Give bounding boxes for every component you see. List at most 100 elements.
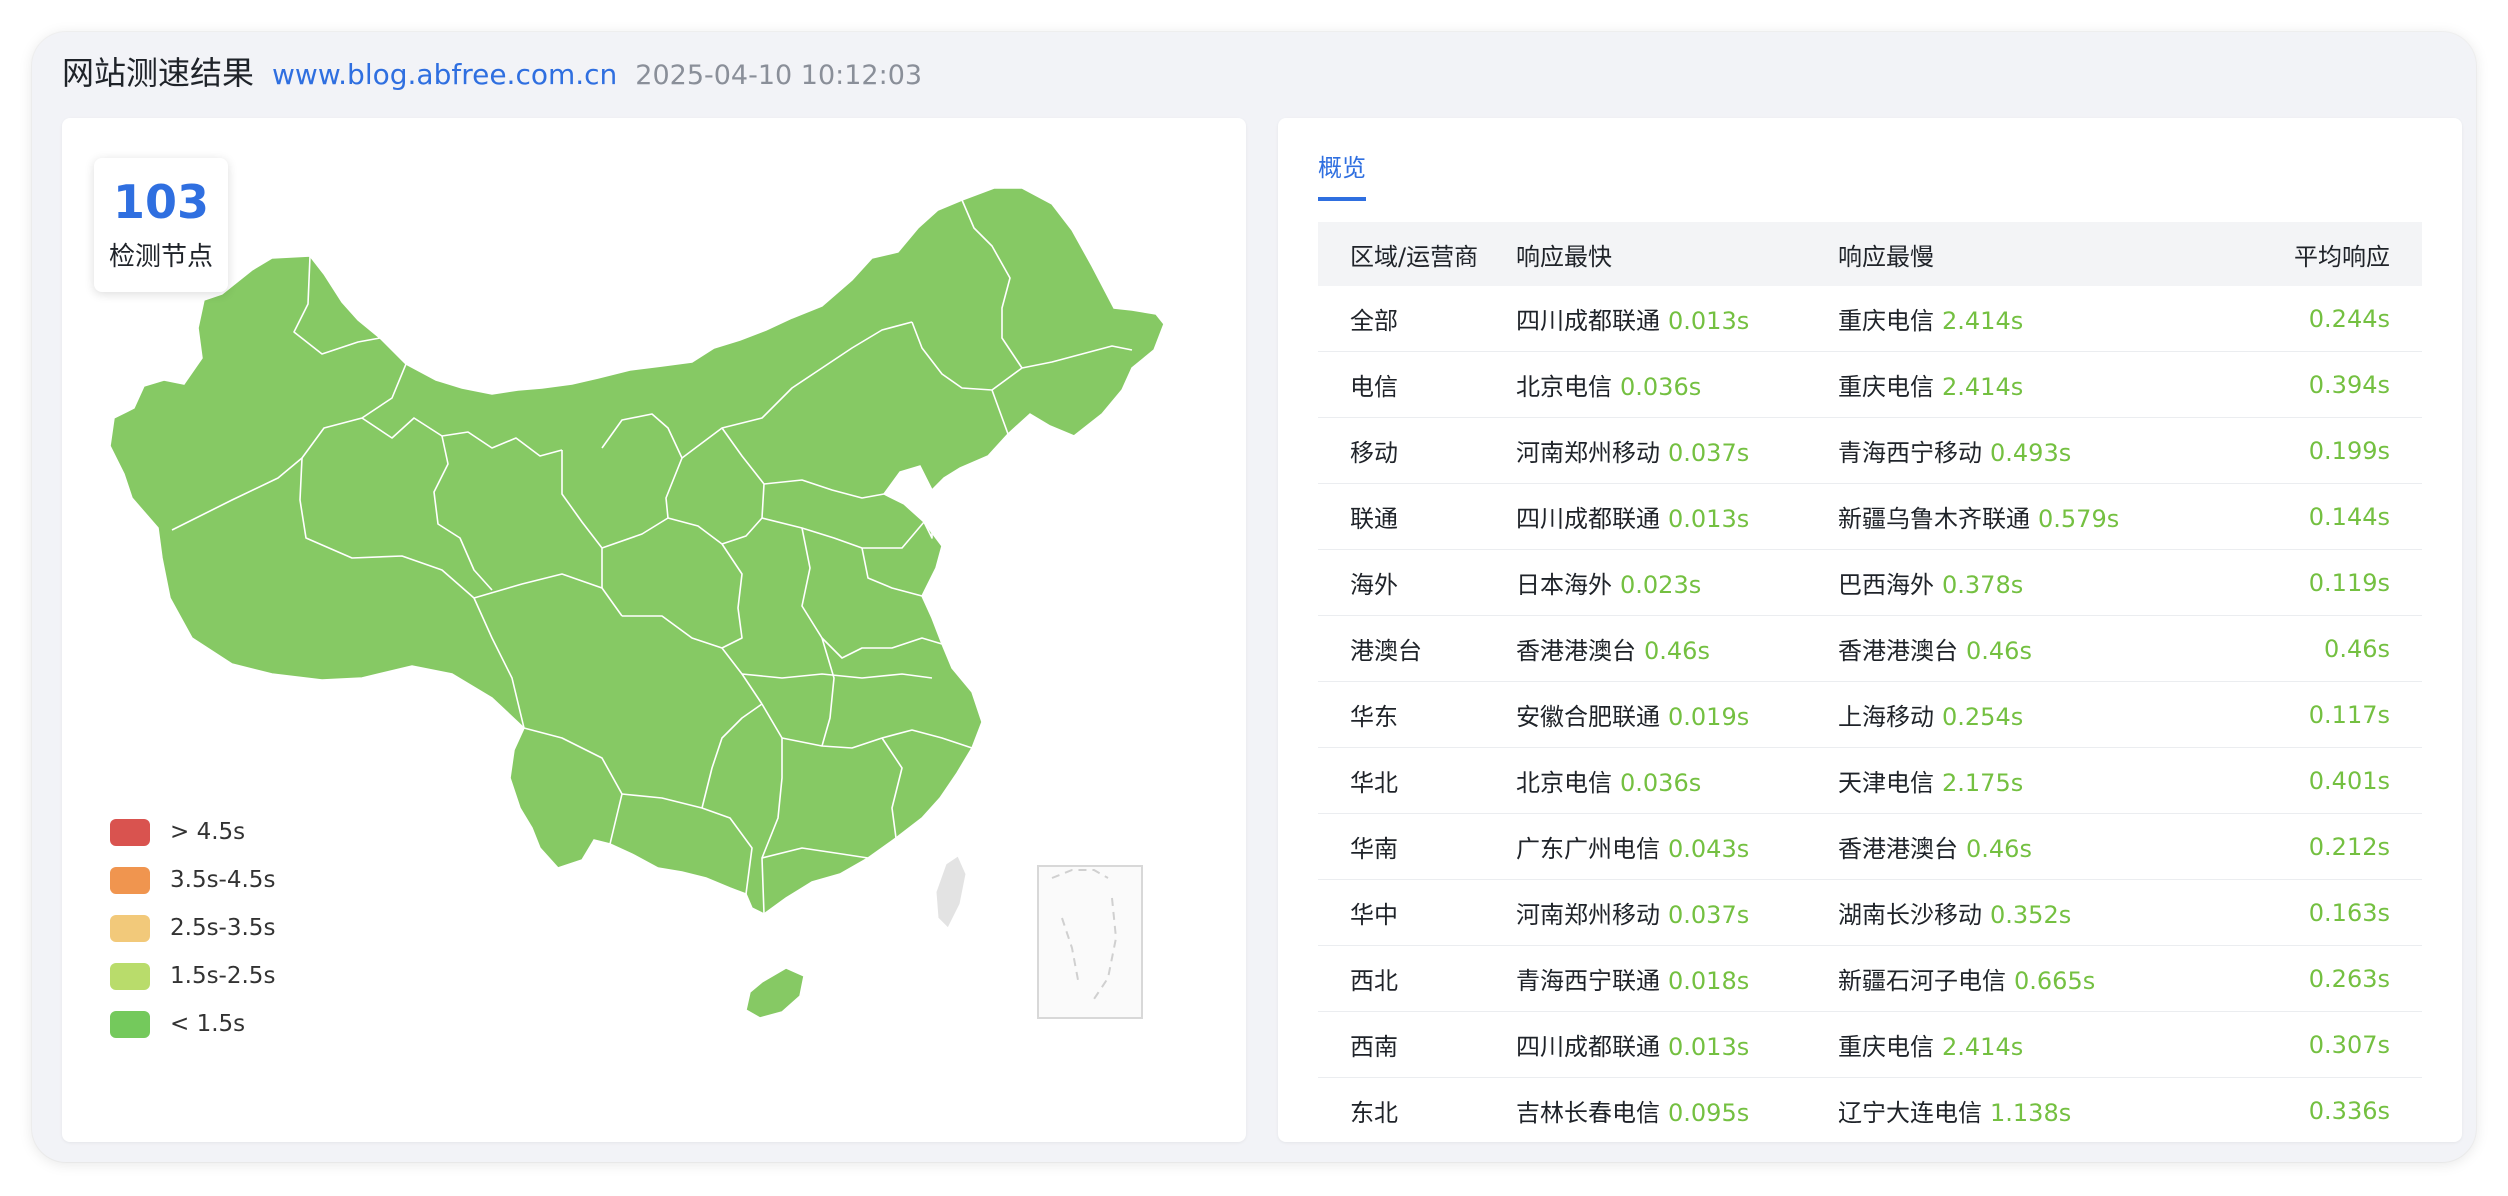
cell-region: 海外 [1350,571,1398,599]
cell-average: 0.394s [2308,370,2390,399]
legend-item[interactable]: < 1.5s [110,1000,275,1048]
overview-table: 区域/运营商 响应最快 响应最慢 平均响应 全部 四川成都联通 0.013s 重庆电信… [1318,222,2422,1142]
slowest-node-name: 巴西海外 [1838,571,1934,599]
slowest-node-name: 青海西宁移动 [1838,439,1982,467]
cell-average: 0.144s [2308,502,2390,531]
cell-slowest: 辽宁大连电信 1.138s [1838,1093,2258,1128]
legend-label: 1.5s-2.5s [170,963,276,989]
cell-region: 西北 [1350,967,1398,995]
slowest-node-name: 香港港澳台 [1838,637,1958,665]
cell-fastest: 广东广州电信 0.043s [1516,829,1838,864]
fastest-node-name: 日本海外 [1516,571,1612,599]
fastest-node-time: 0.043s [1668,835,1750,863]
legend-label: > 4.5s [170,819,246,845]
cell-average: 0.244s [2308,304,2390,333]
cell-region: 华东 [1350,703,1398,731]
slowest-node-name: 重庆电信 [1838,373,1934,401]
site-url-link[interactable]: www.blog.abfree.com.cn [272,58,617,91]
node-count: 103 [112,175,210,230]
fastest-node-time: 0.037s [1668,901,1750,929]
cell-fastest: 日本海外 0.023s [1516,565,1838,600]
cell-average: 0.46s [2324,634,2390,663]
cell-slowest: 巴西海外 0.378s [1838,565,2258,600]
cell-average: 0.117s [2308,700,2390,729]
cell-average: 0.263s [2308,964,2390,993]
cell-region: 东北 [1350,1099,1398,1127]
slowest-node-time: 2.414s [1942,1033,2024,1061]
cell-fastest: 安徽合肥联通 0.019s [1516,697,1838,732]
fastest-node-name: 安徽合肥联通 [1516,703,1660,731]
table-row[interactable]: 海外 日本海外 0.023s 巴西海外 0.378s 0.119s [1318,550,2422,616]
fastest-node-time: 0.013s [1668,307,1750,335]
test-timestamp: 2025-04-10 10:12:03 [635,60,923,91]
fastest-node-name: 北京电信 [1516,769,1612,797]
cell-fastest: 吉林长春电信 0.095s [1516,1093,1838,1128]
cell-fastest: 四川成都联通 0.013s [1516,301,1838,336]
slowest-node-time: 0.46s [1966,637,2032,665]
fastest-node-name: 河南郑州移动 [1516,439,1660,467]
legend-item[interactable]: 3.5s-4.5s [110,856,275,904]
cell-region: 华北 [1350,769,1398,797]
fastest-node-time: 0.013s [1668,1033,1750,1061]
cell-slowest: 天津电信 2.175s [1838,763,2258,798]
table-row[interactable]: 东北 吉林长春电信 0.095s 辽宁大连电信 1.138s 0.336s [1318,1078,2422,1142]
header-slowest[interactable]: 响应最慢 [1838,237,2258,272]
tab-overview[interactable]: 概览 [1318,148,1366,201]
south-sea-inset [1037,865,1143,1019]
fastest-node-time: 0.023s [1620,571,1702,599]
cell-fastest: 河南郑州移动 0.037s [1516,895,1838,930]
table-row[interactable]: 港澳台 香港港澳台 0.46s 香港港澳台 0.46s 0.46s [1318,616,2422,682]
fastest-node-time: 0.036s [1620,373,1702,401]
cell-fastest: 河南郑州移动 0.037s [1516,433,1838,468]
cell-region: 华南 [1350,835,1398,863]
cell-average: 0.212s [2308,832,2390,861]
legend-item[interactable]: 2.5s-3.5s [110,904,275,952]
cell-slowest: 新疆石河子电信 0.665s [1838,961,2258,996]
fastest-node-name: 北京电信 [1516,373,1612,401]
slowest-node-time: 2.414s [1942,373,2024,401]
cell-average: 0.119s [2308,568,2390,597]
legend-item[interactable]: 1.5s-2.5s [110,952,275,1000]
header-average[interactable]: 平均响应 [2258,237,2422,272]
slowest-node-time: 0.46s [1966,835,2032,863]
table-row[interactable]: 联通 四川成都联通 0.013s 新疆乌鲁木齐联通 0.579s 0.144s [1318,484,2422,550]
cell-average: 0.307s [2308,1030,2390,1059]
table-row[interactable]: 移动 河南郑州移动 0.037s 青海西宁移动 0.493s 0.199s [1318,418,2422,484]
cell-slowest: 新疆乌鲁木齐联通 0.579s [1838,499,2258,534]
fastest-node-time: 0.013s [1668,505,1750,533]
slowest-node-name: 香港港澳台 [1838,835,1958,863]
legend-swatch [110,1010,150,1038]
cell-average: 0.199s [2308,436,2390,465]
table-row[interactable]: 电信 北京电信 0.036s 重庆电信 2.414s 0.394s [1318,352,2422,418]
fastest-node-name: 四川成都联通 [1516,307,1660,335]
table-row[interactable]: 华中 河南郑州移动 0.037s 湖南长沙移动 0.352s 0.163s [1318,880,2422,946]
table-row[interactable]: 全部 四川成都联通 0.013s 重庆电信 2.414s 0.244s [1318,286,2422,352]
fastest-node-time: 0.037s [1668,439,1750,467]
table-row[interactable]: 西北 青海西宁联通 0.018s 新疆石河子电信 0.665s 0.263s [1318,946,2422,1012]
cell-region: 移动 [1350,439,1398,467]
cell-slowest: 青海西宁移动 0.493s [1838,433,2258,468]
slowest-node-time: 0.352s [1990,901,2072,929]
cell-fastest: 北京电信 0.036s [1516,367,1838,402]
legend-swatch [110,914,150,942]
cell-slowest: 湖南长沙移动 0.352s [1838,895,2258,930]
table-row[interactable]: 华南 广东广州电信 0.043s 香港港澳台 0.46s 0.212s [1318,814,2422,880]
cell-slowest: 重庆电信 2.414s [1838,367,2258,402]
legend-swatch [110,818,150,846]
cell-fastest: 香港港澳台 0.46s [1516,631,1838,666]
fastest-node-name: 广东广州电信 [1516,835,1660,863]
header-fastest[interactable]: 响应最快 [1516,237,1838,272]
cell-slowest: 香港港澳台 0.46s [1838,829,2258,864]
cell-fastest: 北京电信 0.036s [1516,763,1838,798]
table-row[interactable]: 华北 北京电信 0.036s 天津电信 2.175s 0.401s [1318,748,2422,814]
slowest-node-time: 0.493s [1990,439,2072,467]
table-row[interactable]: 华东 安徽合肥联通 0.019s 上海移动 0.254s 0.117s [1318,682,2422,748]
table-body: 全部 四川成都联通 0.013s 重庆电信 2.414s 0.244s 电信 北京电信 0.03… [1318,286,2422,1142]
header-region[interactable]: 区域/运营商 [1318,237,1516,272]
table-row[interactable]: 西南 四川成都联通 0.013s 重庆电信 2.414s 0.307s [1318,1012,2422,1078]
legend-item[interactable]: > 4.5s [110,808,275,856]
cell-fastest: 四川成都联通 0.013s [1516,499,1838,534]
slowest-node-time: 2.414s [1942,307,2024,335]
node-count-label: 检测节点 [108,241,213,272]
table-header: 区域/运营商 响应最快 响应最慢 平均响应 [1318,222,2422,286]
